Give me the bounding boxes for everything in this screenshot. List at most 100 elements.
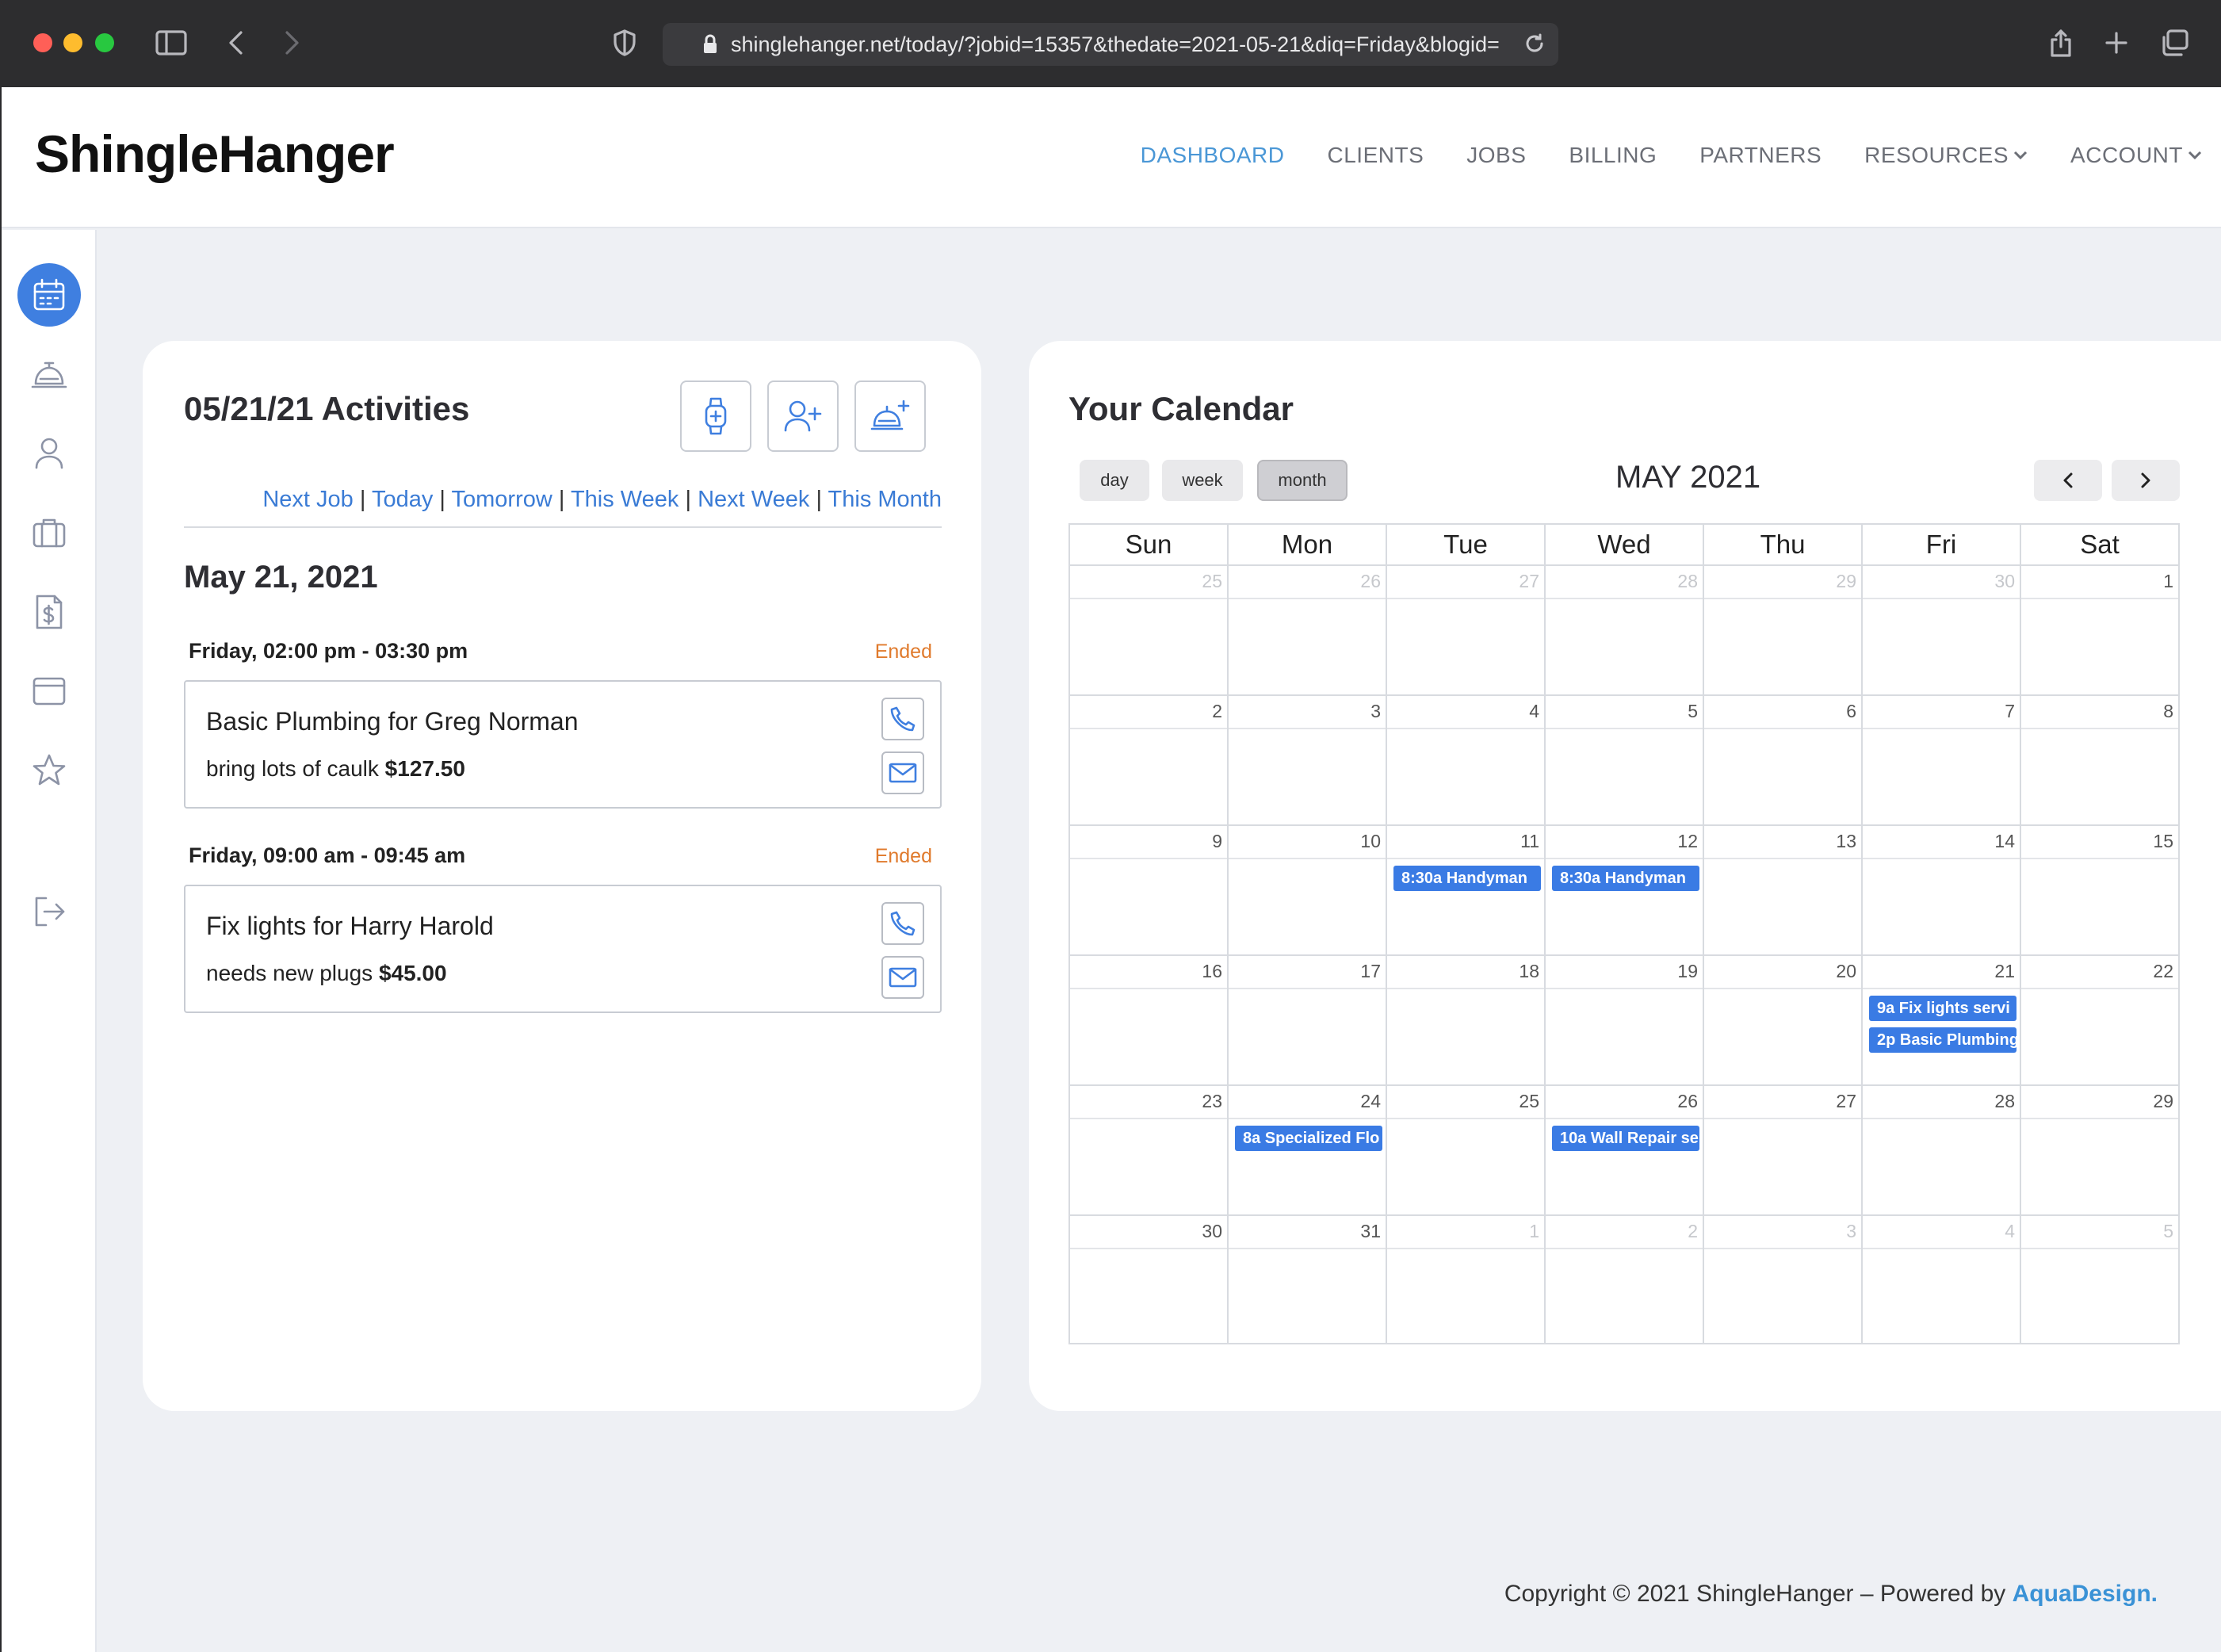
- day-number[interactable]: 1: [2163, 571, 2173, 592]
- day-number[interactable]: 19: [1677, 961, 1698, 982]
- calendar-day-cell[interactable]: 3: [1704, 1216, 1863, 1343]
- calendar-day-cell[interactable]: 19: [1546, 956, 1704, 1084]
- calendar-day-cell[interactable]: 27: [1387, 566, 1546, 694]
- calendar-day-cell[interactable]: 21 9a Fix lights servi 2p Basic Plumbing: [1863, 956, 2021, 1084]
- day-number[interactable]: 10: [1360, 831, 1381, 852]
- view-day-button[interactable]: day: [1080, 460, 1149, 501]
- back-icon[interactable]: [217, 24, 255, 62]
- day-number[interactable]: 26: [1360, 571, 1381, 592]
- calendar-day-cell[interactable]: 23: [1070, 1086, 1229, 1214]
- calendar-event[interactable]: 8:30a Handyman: [1552, 866, 1699, 891]
- tab-overview-icon[interactable]: [2156, 24, 2194, 62]
- calendar-day-cell[interactable]: 15: [2021, 826, 2180, 954]
- day-number[interactable]: 5: [1688, 701, 1698, 722]
- day-number[interactable]: 26: [1677, 1091, 1698, 1112]
- day-number[interactable]: 11: [1520, 831, 1539, 852]
- calendar-day-cell[interactable]: 4: [1387, 696, 1546, 824]
- day-number[interactable]: 27: [1519, 571, 1539, 592]
- calendar-day-cell[interactable]: 6: [1704, 696, 1863, 824]
- zoom-window-button[interactable]: [95, 33, 114, 52]
- nav-account[interactable]: ACCOUNT: [2070, 143, 2202, 168]
- calendar-day-cell[interactable]: 27: [1704, 1086, 1863, 1214]
- calendar-day-cell[interactable]: 17: [1229, 956, 1387, 1084]
- calendar-day-cell[interactable]: 22: [2021, 956, 2180, 1084]
- share-icon[interactable]: [2042, 24, 2080, 62]
- calendar-day-cell[interactable]: 5: [1546, 696, 1704, 824]
- nav-partners[interactable]: PARTNERS: [1699, 143, 1822, 168]
- day-number[interactable]: 27: [1836, 1091, 1856, 1112]
- calendar-day-cell[interactable]: 1: [1387, 1216, 1546, 1343]
- nav-clients[interactable]: CLIENTS: [1328, 143, 1424, 168]
- calendar-day-cell[interactable]: 30: [1070, 1216, 1229, 1343]
- link-next-job[interactable]: Next Job: [262, 487, 353, 512]
- calendar-event[interactable]: 8:30a Handyman: [1393, 866, 1541, 891]
- calendar-day-cell[interactable]: 18: [1387, 956, 1546, 1084]
- day-number[interactable]: 3: [1370, 701, 1381, 722]
- calendar-day-cell[interactable]: 26: [1229, 566, 1387, 694]
- calendar-day-cell[interactable]: 12 8:30a Handyman: [1546, 826, 1704, 954]
- nav-billing[interactable]: BILLING: [1569, 143, 1657, 168]
- link-this-month[interactable]: This Month: [828, 487, 942, 512]
- day-number[interactable]: 3: [1846, 1221, 1856, 1242]
- sidebar-favorites[interactable]: [17, 739, 81, 802]
- link-next-week[interactable]: Next Week: [698, 487, 809, 512]
- day-number[interactable]: 2: [1688, 1221, 1698, 1242]
- calendar-day-cell[interactable]: 4: [1863, 1216, 2021, 1343]
- sidebar-partners[interactable]: [17, 660, 81, 723]
- calendar-day-cell[interactable]: 30: [1863, 566, 2021, 694]
- day-number[interactable]: 23: [1202, 1091, 1222, 1112]
- view-month-button[interactable]: month: [1257, 460, 1348, 501]
- calendar-day-cell[interactable]: 11 8:30a Handyman: [1387, 826, 1546, 954]
- day-number[interactable]: 12: [1677, 831, 1698, 852]
- url-text[interactable]: shinglehanger.net/today/?jobid=15357&the…: [731, 33, 1516, 57]
- minimize-window-button[interactable]: [63, 33, 82, 52]
- call-client-button[interactable]: [881, 698, 924, 740]
- day-number[interactable]: 22: [2153, 961, 2173, 982]
- link-this-week[interactable]: This Week: [571, 487, 679, 512]
- day-number[interactable]: 4: [1529, 701, 1539, 722]
- day-number[interactable]: 25: [1519, 1091, 1539, 1112]
- calendar-day-cell[interactable]: 3: [1229, 696, 1387, 824]
- calendar-day-cell[interactable]: 29: [1704, 566, 1863, 694]
- reload-icon[interactable]: [1523, 33, 1546, 59]
- sidebar-clients[interactable]: [17, 422, 81, 485]
- calendar-day-cell[interactable]: 28: [1546, 566, 1704, 694]
- calendar-event[interactable]: 9a Fix lights servi: [1869, 996, 2016, 1021]
- day-number[interactable]: 2: [1212, 701, 1222, 722]
- add-client-button[interactable]: [767, 380, 839, 452]
- sidebar-jobs[interactable]: [17, 501, 81, 564]
- link-today[interactable]: Today: [372, 487, 433, 512]
- day-number[interactable]: 16: [1202, 961, 1222, 982]
- day-number[interactable]: 15: [2153, 831, 2173, 852]
- day-number[interactable]: 28: [1994, 1091, 2015, 1112]
- calendar-day-cell[interactable]: 20: [1704, 956, 1863, 1084]
- calendar-day-cell[interactable]: 16: [1070, 956, 1229, 1084]
- sidebar-services[interactable]: [17, 342, 81, 406]
- calendar-prev-button[interactable]: [2034, 460, 2102, 501]
- calendar-day-cell[interactable]: 14: [1863, 826, 2021, 954]
- address-bar[interactable]: shinglehanger.net/today/?jobid=15357&the…: [663, 23, 1558, 66]
- sidebar-logout[interactable]: [17, 880, 81, 943]
- day-number[interactable]: 5: [2163, 1221, 2173, 1242]
- calendar-day-cell[interactable]: 8: [2021, 696, 2180, 824]
- calendar-day-cell[interactable]: 24 8a Specialized Flo: [1229, 1086, 1387, 1214]
- call-client-button[interactable]: [881, 902, 924, 945]
- view-week-button[interactable]: week: [1162, 460, 1243, 501]
- email-client-button[interactable]: [881, 956, 924, 999]
- day-number[interactable]: 30: [1994, 571, 2015, 592]
- day-number[interactable]: 21: [1994, 961, 2015, 982]
- job-card[interactable]: Fix lights for Harry Harold needs new pl…: [184, 885, 942, 1013]
- link-tomorrow[interactable]: Tomorrow: [452, 487, 552, 512]
- calendar-day-cell[interactable]: 7: [1863, 696, 2021, 824]
- day-number[interactable]: 25: [1202, 571, 1222, 592]
- calendar-day-cell[interactable]: 2: [1070, 696, 1229, 824]
- calendar-next-button[interactable]: [2112, 460, 2180, 501]
- calendar-day-cell[interactable]: 9: [1070, 826, 1229, 954]
- day-number[interactable]: 14: [1994, 831, 2015, 852]
- day-number[interactable]: 17: [1360, 961, 1381, 982]
- nav-jobs[interactable]: JOBS: [1466, 143, 1526, 168]
- nav-dashboard[interactable]: DASHBOARD: [1141, 143, 1285, 168]
- calendar-day-cell[interactable]: 26 10a Wall Repair se: [1546, 1086, 1704, 1214]
- day-number[interactable]: 30: [1202, 1221, 1222, 1242]
- day-number[interactable]: 1: [1529, 1221, 1539, 1242]
